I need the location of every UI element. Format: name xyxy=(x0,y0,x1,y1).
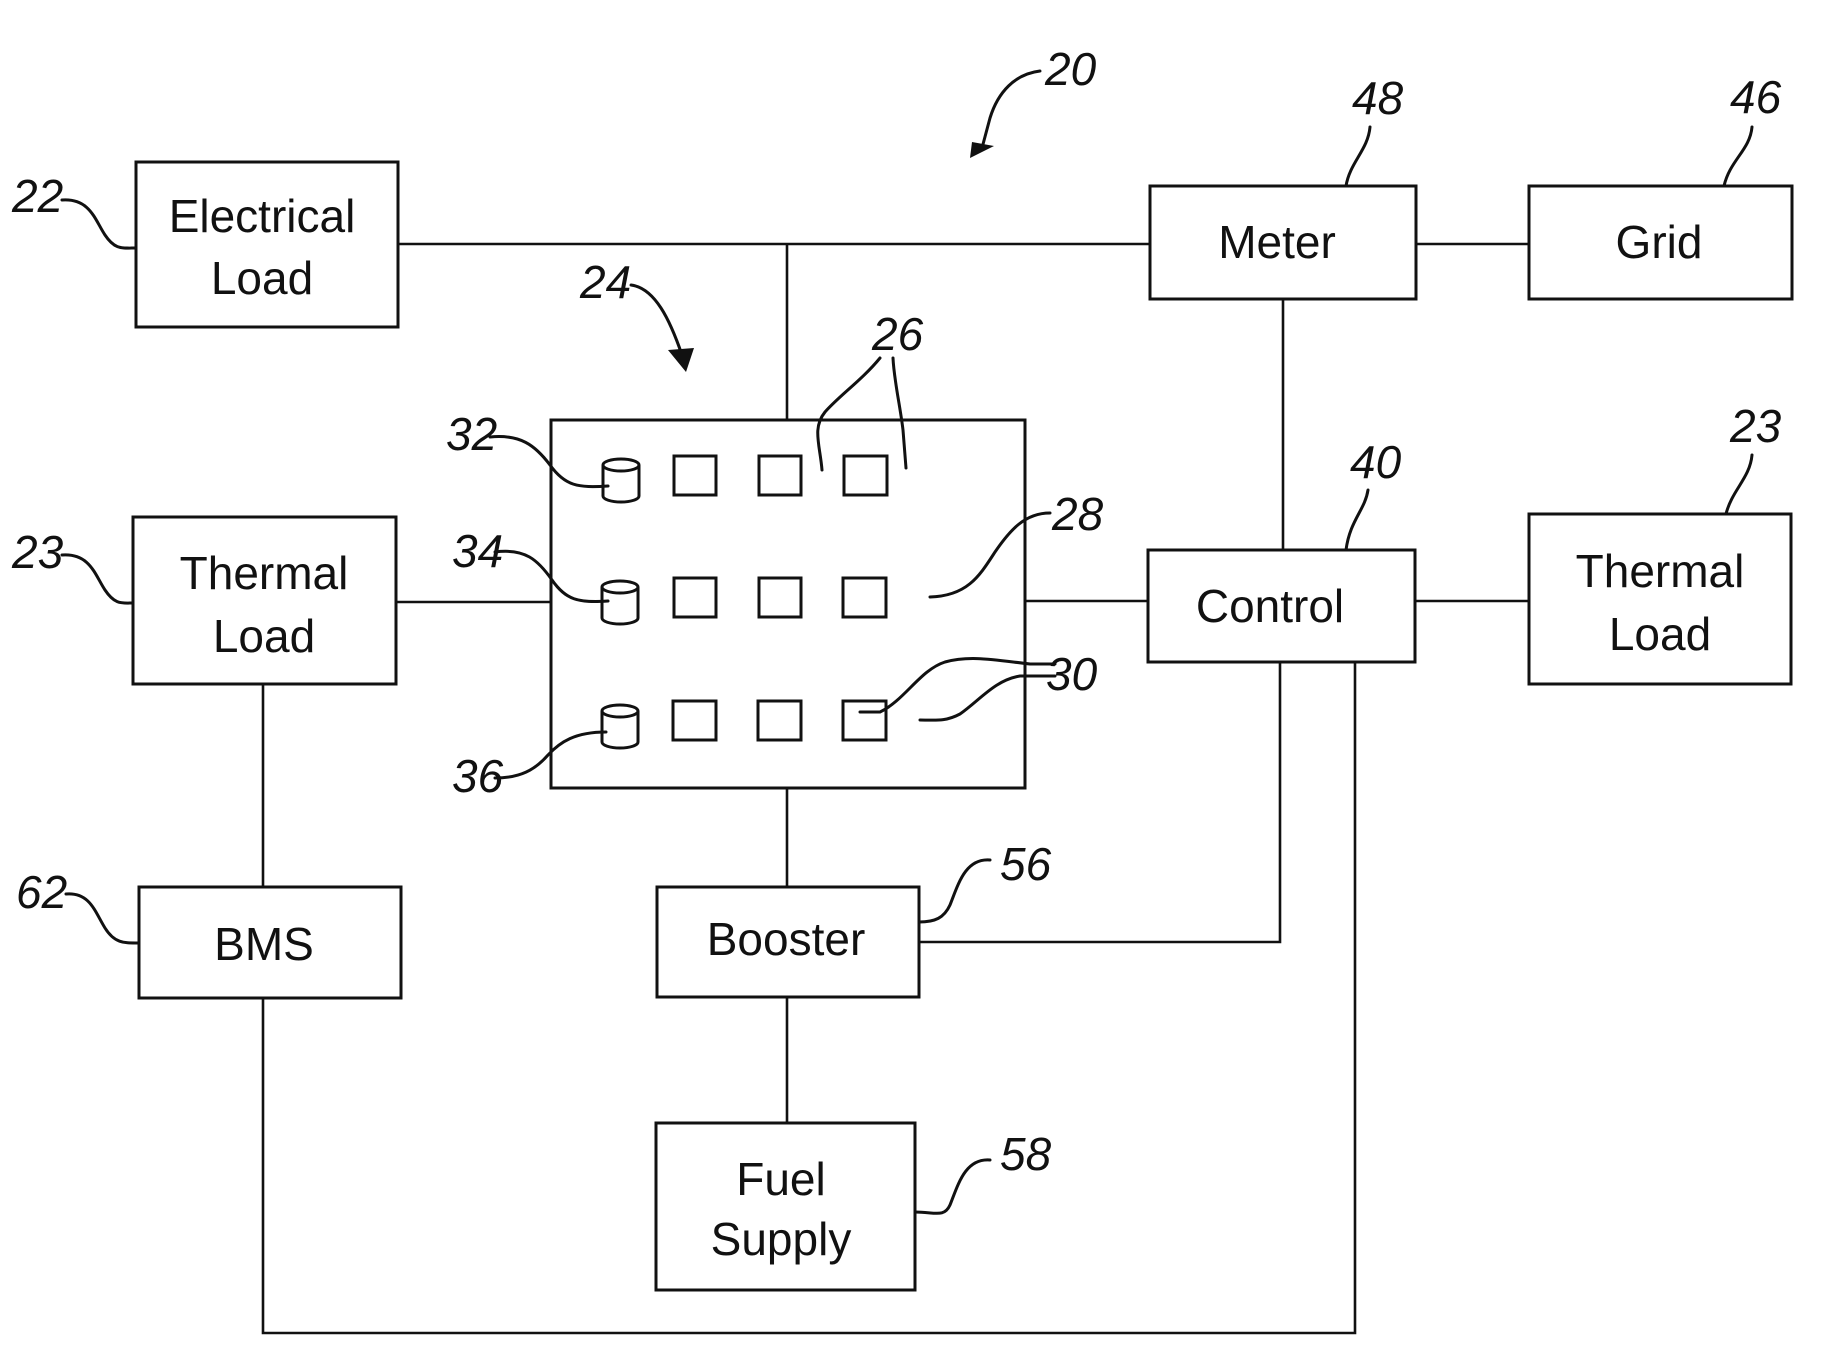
thermal-load-right-label-1: Thermal xyxy=(1576,545,1745,597)
cell-r2-c2 xyxy=(757,576,803,619)
ref-28: 28 xyxy=(1051,488,1104,540)
ref-22: 22 xyxy=(11,170,63,222)
leader-40 xyxy=(1344,488,1370,552)
electrical-load-label-1: Electrical xyxy=(169,190,356,242)
ref-30: 30 xyxy=(1046,648,1098,700)
control-block: Control xyxy=(1146,548,1417,664)
grid-block: Grid xyxy=(1527,184,1794,301)
storage-cylinder-3 xyxy=(600,703,640,750)
cell-r2-c3 xyxy=(841,576,888,619)
cell-r3-c1 xyxy=(671,699,718,742)
ref-46: 46 xyxy=(1730,71,1782,123)
leader-56 xyxy=(917,858,992,924)
ref-56: 56 xyxy=(1000,838,1052,890)
thermal-load-left-label-2: Load xyxy=(213,610,315,662)
ref-48: 48 xyxy=(1352,72,1404,124)
thermal-load-right-block: Thermal Load xyxy=(1527,512,1793,686)
grid-label: Grid xyxy=(1616,216,1703,268)
cell-r1-c1 xyxy=(672,454,718,497)
leader-48 xyxy=(1344,125,1372,188)
cell-r3-c3 xyxy=(841,699,888,742)
ref-26: 26 xyxy=(871,308,924,360)
control-label: Control xyxy=(1196,580,1344,632)
fuel-supply-block: Fuel Supply xyxy=(654,1121,917,1292)
stack-block xyxy=(549,418,1027,790)
leader-23-right xyxy=(1724,453,1754,516)
ref-40: 40 xyxy=(1350,436,1402,488)
thermal-load-left-block: Thermal Load xyxy=(131,515,398,686)
ref-23-right: 23 xyxy=(1729,400,1782,452)
ref-36: 36 xyxy=(452,750,504,802)
electrical-load-label-2: Load xyxy=(211,252,313,304)
arrowhead-20 xyxy=(970,142,994,158)
leader-23-left xyxy=(60,553,135,605)
leader-20-arrow xyxy=(980,69,1042,150)
storage-cylinder-1 xyxy=(601,457,641,504)
thermal-load-right-label-2: Load xyxy=(1609,608,1711,660)
leader-58 xyxy=(913,1158,992,1215)
fuel-supply-label-1: Fuel xyxy=(736,1153,825,1205)
thermal-load-left-label-1: Thermal xyxy=(180,547,349,599)
fuel-supply-label-2: Supply xyxy=(711,1213,852,1265)
booster-block: Booster xyxy=(655,885,921,999)
meter-label: Meter xyxy=(1218,216,1336,268)
ref-34: 34 xyxy=(452,525,503,577)
leader-24-arrow xyxy=(629,283,684,357)
electrical-load-block: Electrical Load xyxy=(134,160,400,329)
ref-62: 62 xyxy=(16,866,67,918)
leader-46 xyxy=(1722,125,1754,188)
leader-22 xyxy=(60,198,138,250)
cell-r1-c3 xyxy=(842,454,889,497)
arrowhead-24 xyxy=(668,348,694,372)
ref-58: 58 xyxy=(1000,1128,1052,1180)
booster-label: Booster xyxy=(707,913,866,965)
ref-32: 32 xyxy=(446,408,497,460)
meter-block: Meter xyxy=(1148,184,1418,301)
cell-r1-c2 xyxy=(757,454,803,497)
bms-block: BMS xyxy=(137,885,403,1000)
cell-r2-c1 xyxy=(672,576,718,619)
ref-24: 24 xyxy=(579,256,631,308)
bms-label: BMS xyxy=(214,918,314,970)
leader-62 xyxy=(64,892,141,945)
ref-20: 20 xyxy=(1044,43,1097,95)
cell-r3-c2 xyxy=(756,699,803,742)
ref-23-left: 23 xyxy=(11,526,64,578)
system-diagram: Electrical Load Thermal Load BMS Booster… xyxy=(11,43,1794,1335)
